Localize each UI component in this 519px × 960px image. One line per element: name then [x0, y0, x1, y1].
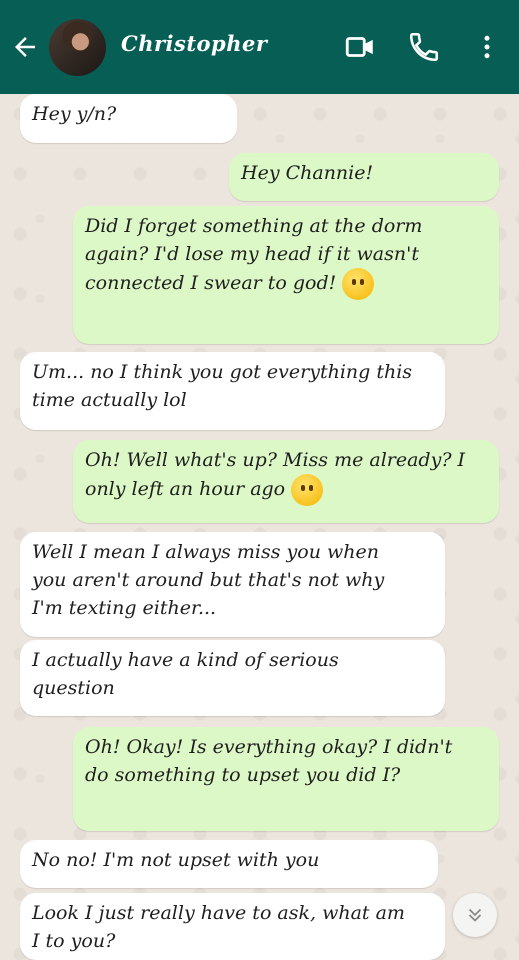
message-incoming[interactable]: Um... no I think you got everything this…	[20, 352, 445, 430]
message-incoming[interactable]: No no! I'm not upset with you	[20, 840, 438, 888]
message-outgoing[interactable]: Oh! Well what's up? Miss me already? I o…	[73, 440, 499, 523]
hand-over-mouth-emoji-icon	[291, 474, 324, 506]
phone-icon[interactable]	[407, 30, 441, 64]
chat-header: Christopher	[0, 0, 519, 94]
message-text: No no! I'm not upset with you	[32, 849, 320, 871]
message-incoming[interactable]: Hey y/n?	[20, 94, 237, 143]
message-text: Oh! Well what's up? Miss me already? I o…	[85, 449, 466, 500]
message-text: Hey Channie!	[241, 162, 374, 184]
message-text: Hey y/n?	[32, 103, 117, 125]
contact-name[interactable]: Christopher	[121, 31, 267, 56]
message-outgoing[interactable]: Oh! Okay! Is everything okay? I didn't d…	[73, 727, 499, 831]
message-incoming[interactable]: Well I mean I always miss you when you a…	[20, 532, 445, 637]
message-text: I actually have a kind of serious questi…	[32, 649, 339, 699]
sweat-smile-emoji-icon	[342, 268, 375, 300]
message-text: Well I mean I always miss you when you a…	[32, 541, 385, 619]
message-text: Oh! Okay! Is everything okay? I didn't d…	[85, 736, 453, 786]
message-text: Um... no I think you got everything this…	[32, 361, 413, 411]
message-incoming[interactable]: I actually have a kind of serious questi…	[20, 640, 445, 716]
avatar[interactable]	[49, 19, 106, 76]
message-text: Look I just really have to ask, what am …	[32, 902, 405, 952]
message-incoming[interactable]: Look I just really have to ask, what am …	[20, 893, 445, 960]
message-outgoing[interactable]: Hey Channie!	[229, 153, 499, 201]
video-camera-icon[interactable]	[343, 30, 377, 64]
more-vertical-icon[interactable]	[472, 30, 502, 64]
scroll-to-bottom-button[interactable]	[453, 893, 497, 937]
arrow-left-icon[interactable]	[10, 32, 40, 62]
message-outgoing[interactable]: Did I forget something at the dorm again…	[73, 206, 499, 344]
double-chevron-down-icon	[468, 908, 482, 922]
